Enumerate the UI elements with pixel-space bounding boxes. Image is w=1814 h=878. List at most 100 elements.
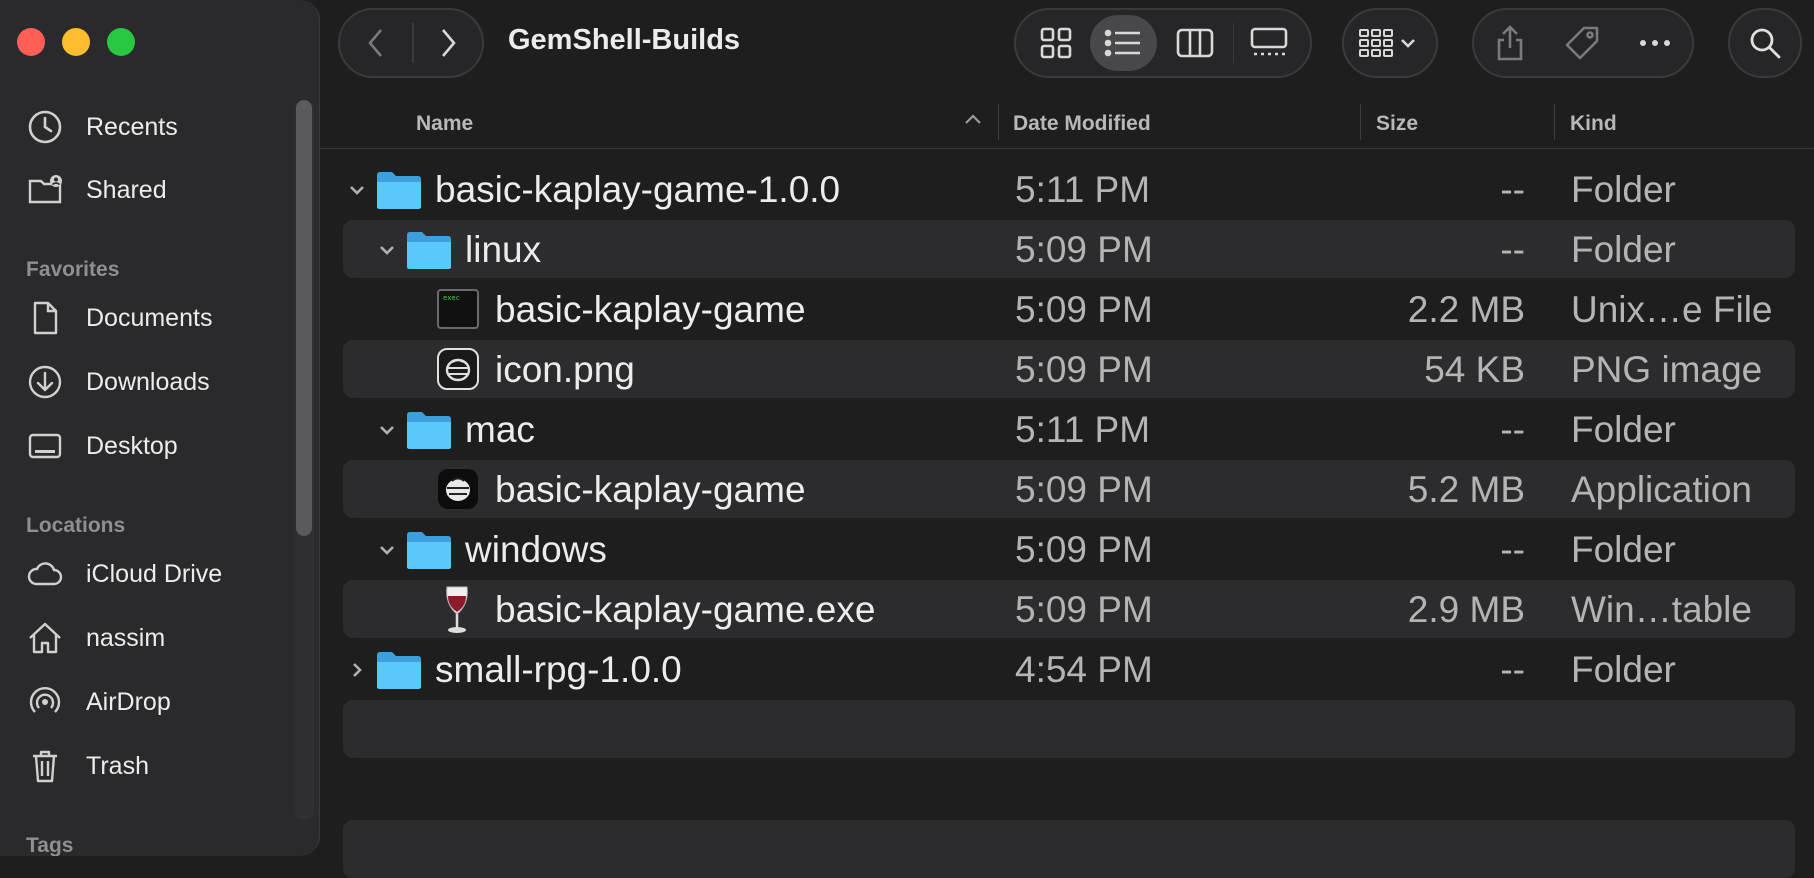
disclosure-expanded-icon[interactable] (375, 520, 399, 580)
tag-button[interactable] (1545, 10, 1618, 76)
gallery-icon (1250, 27, 1288, 56)
forward-button[interactable] (414, 10, 482, 76)
file-name: linux (465, 229, 542, 270)
tag-icon (1565, 26, 1599, 60)
home-icon (26, 619, 64, 657)
date-modified: 5:11 PM (1015, 409, 1151, 450)
share-icon (1497, 25, 1522, 61)
view-mode-group (1014, 8, 1312, 78)
list-row[interactable]: icon.png 5:09 PM 54 KB PNG image (343, 340, 1795, 398)
minimize-window-button[interactable] (62, 28, 90, 56)
icon-view-button[interactable] (1022, 15, 1090, 71)
folder-icon (407, 412, 451, 449)
file-size: 5.2 MB (1407, 469, 1525, 510)
ellipsis-icon (1640, 40, 1671, 46)
chevron-right-icon (442, 29, 456, 57)
list-row[interactable]: basic-kaplay-game 5:09 PM 5.2 MB Applica… (343, 460, 1795, 518)
file-size: 2.2 MB (1407, 289, 1525, 330)
disclosure-expanded-icon[interactable] (375, 220, 399, 280)
columns-icon (1176, 28, 1214, 58)
file-name: small-rpg-1.0.0 (435, 649, 682, 690)
file-name: windows (465, 529, 607, 570)
folder-icon (407, 532, 451, 569)
trash-icon (26, 747, 64, 785)
file-kind: Folder (1571, 409, 1676, 450)
search-icon (1750, 28, 1781, 59)
list-row[interactable]: basic-kaplay-game-1.0.0 5:11 PM -- Folde… (343, 160, 1795, 218)
sidebar-item-label: iCloud Drive (86, 559, 223, 588)
png-image-icon (437, 348, 479, 390)
grid-icon (1040, 27, 1072, 59)
sidebar-item-downloads[interactable]: Downloads (26, 360, 286, 404)
sidebar-item-shared[interactable]: Shared (26, 168, 286, 212)
locations-section-label: Locations (26, 514, 126, 537)
gallery-view-button[interactable] (1234, 15, 1304, 71)
sidebar-item-label: Recents (86, 112, 178, 141)
folder-icon (377, 172, 421, 209)
file-size: 54 KB (1424, 349, 1525, 390)
shared-folder-icon (26, 171, 64, 209)
date-modified: 4:54 PM (1015, 649, 1153, 690)
sidebar-item-home[interactable]: nassim (26, 616, 286, 660)
close-window-button[interactable] (17, 28, 45, 56)
sidebar-item-trash[interactable]: Trash (26, 744, 286, 788)
list-row[interactable]: windows 5:09 PM -- Folder (343, 520, 1795, 578)
file-size: 2.9 MB (1407, 589, 1525, 630)
file-size: -- (1500, 529, 1525, 570)
column-header-date-modified[interactable]: Date Modified (1013, 100, 1151, 148)
list-row[interactable]: exec basic-kaplay-game 5:09 PM 2.2 MB Un… (343, 280, 1795, 338)
sidebar-item-documents[interactable]: Documents (26, 296, 286, 340)
list-row[interactable]: linux 5:09 PM -- Folder (343, 220, 1795, 278)
column-header-kind[interactable]: Kind (1570, 100, 1617, 148)
file-kind: PNG image (1571, 349, 1763, 390)
download-icon (26, 363, 64, 401)
folder-icon (377, 652, 421, 689)
file-kind: Folder (1571, 649, 1676, 690)
list-row[interactable]: basic-kaplay-game.exe 5:09 PM 2.9 MB Win… (343, 580, 1795, 638)
share-button[interactable] (1474, 10, 1545, 76)
list-row[interactable]: small-rpg-1.0.0 4:54 PM -- Folder (343, 640, 1795, 698)
sidebar-item-airdrop[interactable]: AirDrop (26, 680, 286, 724)
header-divider (320, 148, 1814, 149)
group-grid-icon (1359, 29, 1415, 57)
date-modified: 5:11 PM (1015, 169, 1151, 210)
wine-glass-icon (446, 586, 468, 633)
file-name: mac (465, 409, 535, 450)
zoom-window-button[interactable] (107, 28, 135, 56)
sidebar-scrollbar-thumb[interactable] (296, 100, 312, 536)
file-name: basic-kaplay-game.exe (495, 589, 876, 630)
disclosure-expanded-icon[interactable] (375, 400, 399, 460)
disclosure-collapsed-icon[interactable] (345, 640, 369, 700)
sidebar-item-recents[interactable]: Recents (26, 105, 286, 149)
list-row[interactable]: mac 5:11 PM -- Folder (343, 400, 1795, 458)
file-kind: Folder (1571, 529, 1676, 570)
sidebar-item-label: AirDrop (86, 687, 171, 716)
more-button[interactable] (1619, 10, 1692, 76)
file-kind: Folder (1571, 229, 1676, 270)
column-separator (1360, 104, 1361, 140)
file-kind: Unix…e File (1571, 289, 1773, 330)
sort-ascending-icon (965, 114, 981, 124)
list-view-button[interactable] (1089, 15, 1158, 71)
column-view-button[interactable] (1157, 15, 1232, 71)
empty-row (343, 700, 1795, 758)
date-modified: 5:09 PM (1015, 589, 1153, 630)
search-button[interactable] (1728, 8, 1802, 78)
sidebar-item-label: Desktop (86, 431, 178, 460)
column-header-size[interactable]: Size (1376, 100, 1418, 148)
sidebar-item-label: Shared (86, 175, 167, 204)
file-size: -- (1500, 649, 1525, 690)
file-kind: Win…table (1571, 589, 1752, 630)
document-icon (26, 299, 64, 337)
toolbar: GemShell-Builds (320, 0, 1814, 90)
column-header-name[interactable]: Name (416, 100, 473, 148)
disclosure-expanded-icon[interactable] (345, 160, 369, 220)
tags-section-label: Tags (26, 834, 74, 856)
group-by-button[interactable] (1342, 8, 1438, 78)
sidebar-item-label: nassim (86, 623, 166, 652)
sidebar-item-icloud-drive[interactable]: iCloud Drive (26, 552, 286, 596)
sidebar-item-desktop[interactable]: Desktop (26, 424, 286, 468)
clock-icon (26, 108, 64, 146)
back-button[interactable] (340, 10, 412, 76)
file-name: basic-kaplay-game (495, 289, 806, 330)
